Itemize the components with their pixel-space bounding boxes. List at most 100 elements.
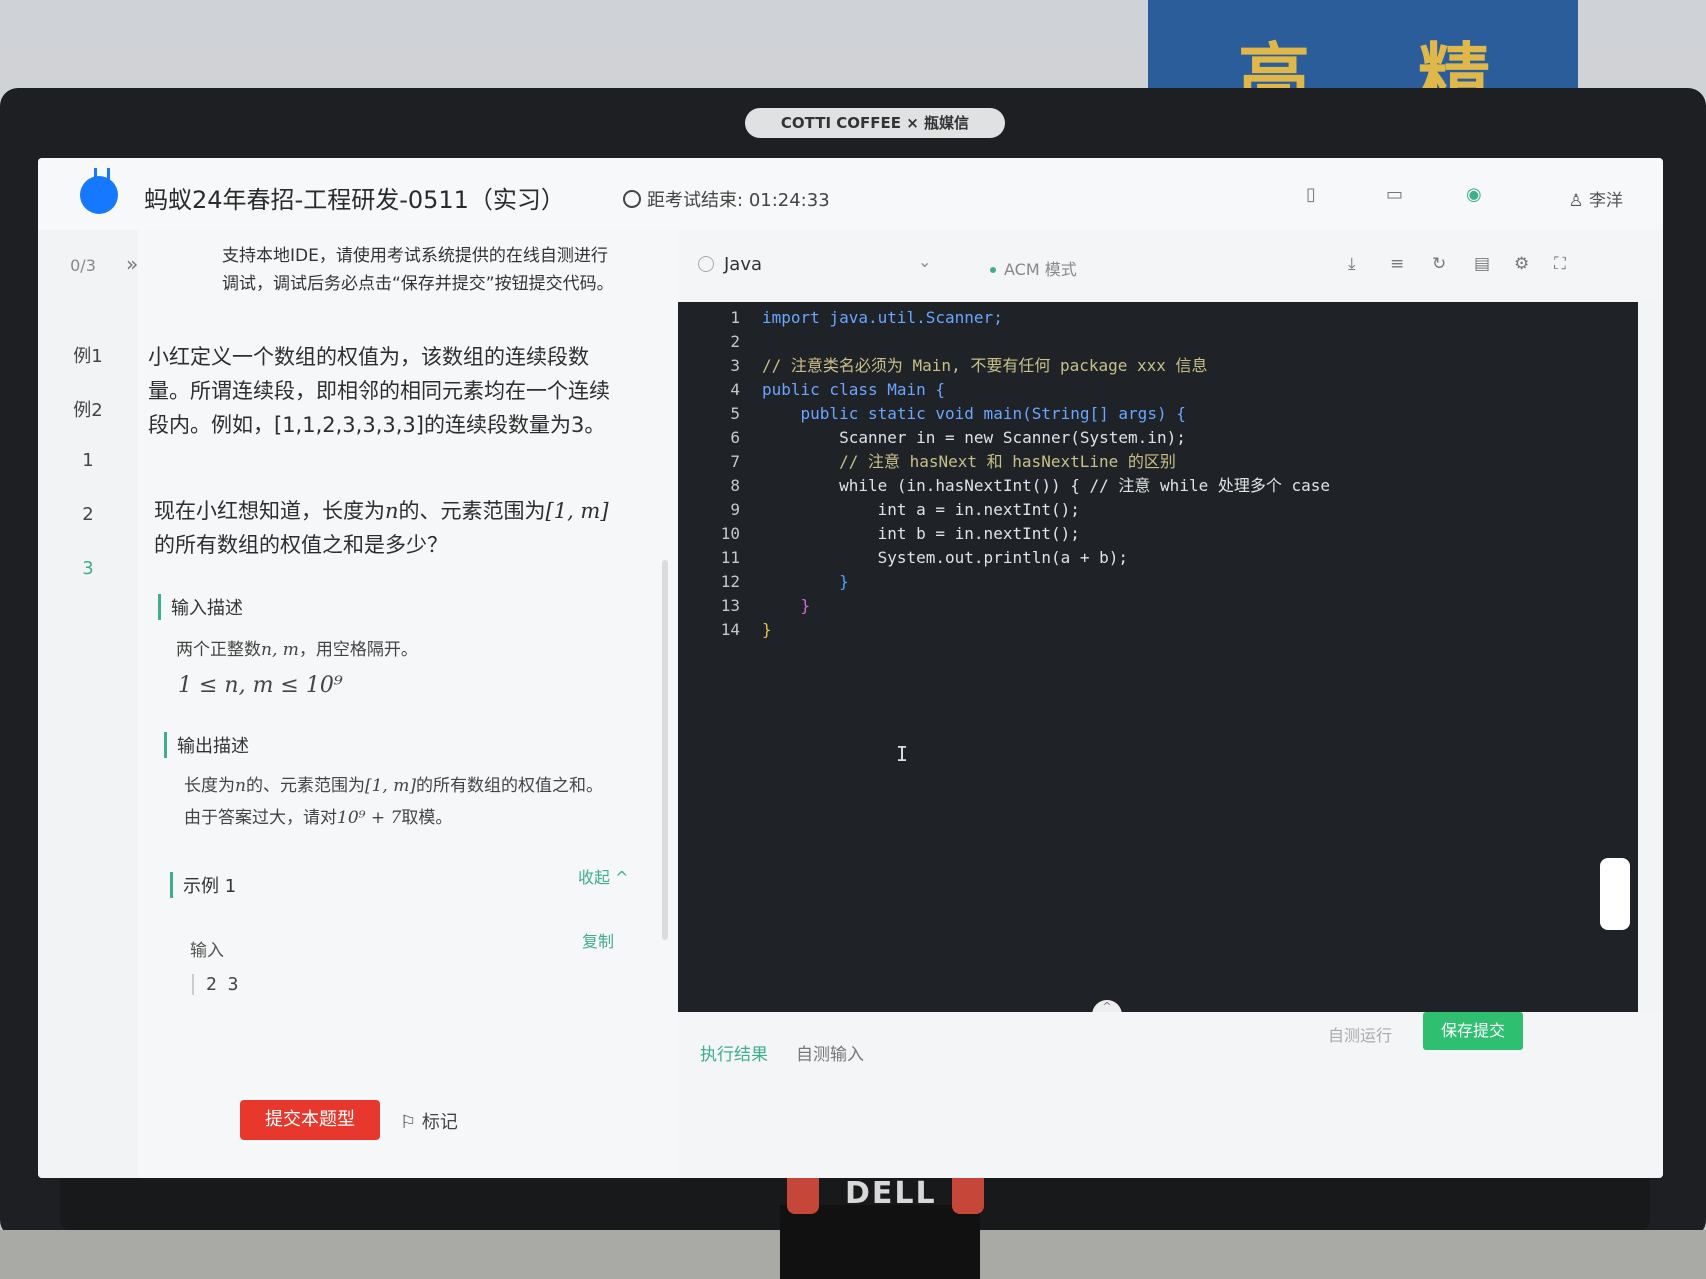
copy-sample-link[interactable]: 复制 [582,928,614,952]
math-range: [1, m] [364,776,416,796]
code-line: 13 } [678,594,1638,617]
code-text: public class Main { [762,380,946,399]
phone-icon[interactable]: ▯ [1306,184,1326,205]
code-text: public static void main(String[] args) { [762,404,1186,423]
input-desc-a: 两个正整数 [176,640,261,660]
line-number: 1 [730,308,740,327]
line-number: 2 [730,332,740,351]
output-desc-a: 长度为 [184,776,235,796]
code-line: 3 // 注意类名必须为 Main, 不要有任何 package xxx 信息 [678,354,1638,377]
problem-scrollbar[interactable] [662,560,668,940]
math-nm: n, m [261,640,299,660]
progress-indicator: 0/3 [70,256,96,275]
tab-custom-input[interactable]: 自测输入 [796,1040,864,1065]
code-line: 12 } [678,570,1638,593]
code-line: 11 System.out.println(a + b); [678,546,1638,569]
monitor-icon[interactable]: ▭ [1386,184,1406,205]
language-select[interactable]: Java [698,254,762,275]
output-desc-b: 的、元素范围为 [245,776,365,796]
submit-question-button[interactable]: 提交本题型 [240,1100,380,1140]
line-number: 13 [720,596,740,615]
line-number: 9 [730,500,740,519]
line-number: 7 [730,452,740,471]
line-number: 10 [720,524,740,543]
code-text: int a = in.nextInt(); [762,500,1080,519]
user-menu[interactable]: ♙ 李洋 [1568,186,1623,211]
problem-panel: 支持本地IDE，请使用考试系统提供的在线自测进行调试，调试后务必点击“保存并提交… [138,230,678,1178]
status-dot [990,267,996,273]
clock-icon [623,190,641,208]
code-text: int b = in.nextInt(); [762,524,1080,543]
rail-item-q3[interactable]: 3 [38,558,138,579]
para2-text-c: 的所有数组的权值之和是多少？ [154,533,448,557]
problem-paragraph-2: 现在小红想知道，长度为n的、元素范围为[1, m] 的所有数组的权值之和是多少？ [154,494,624,562]
math-n: n [235,776,246,796]
code-line: 1 import java.util.Scanner; [678,306,1638,329]
save-submit-button[interactable]: 保存提交 [1423,1012,1523,1050]
code-line: 7 // 注意 hasNext 和 hasNextLine 的区别 [678,450,1638,473]
self-test-run-button[interactable]: 自测运行 [1328,1022,1392,1046]
code-text: while (in.hasNextInt()) { // 注意 while 处理… [762,476,1331,495]
code-text: } [762,620,772,639]
tab-execution-result[interactable]: 执行结果 [700,1040,768,1065]
code-text: // 注意 hasNext 和 hasNextLine 的区别 [762,452,1176,471]
chevron-down-icon[interactable]: ⌄ [918,252,931,271]
output-desc-d: 取模。 [401,808,453,828]
line-number: 8 [730,476,740,495]
download-icon[interactable]: ⤓ [1348,254,1356,274]
line-number: 5 [730,404,740,423]
code-text: // 注意类名必须为 Main, 不要有任何 package xxx 信息 [762,356,1208,375]
expand-rail-button[interactable]: » [126,252,138,276]
code-line: 10 int b = in.nextInt(); [678,522,1638,545]
mark-button[interactable]: ⚐ 标记 [400,1108,458,1134]
question-rail: 0/3 » 例1 例2 1 2 3 [38,230,138,1178]
editor-toolbar: Java ⌄ ACM 模式 ⤓ ≡ ↻ ▤ ⚙ ⛶ [678,230,1663,302]
rail-item-example1[interactable]: 例1 [38,342,138,368]
flag-icon: ⚐ [400,1112,417,1133]
line-number: 12 [720,572,740,591]
math-range: [1, m] [545,499,609,523]
fullscreen-icon[interactable]: ⛶ [1554,254,1566,274]
input-desc-b: ，用空格隔开。 [298,640,418,660]
code-line: 14} [678,618,1638,641]
input-constraint: 1 ≤ n, m ≤ 10⁹ [178,673,343,698]
line-number: 6 [730,428,740,447]
math-mod: 10⁹ + 7 [337,808,402,828]
code-line: 6 Scanner in = new Scanner(System.in); [678,426,1638,449]
code-line: 8 while (in.hasNextInt()) { // 注意 while … [678,474,1638,497]
ant-logo-icon [80,168,118,214]
rail-item-q1[interactable]: 1 [38,450,138,471]
code-line: 2 [678,330,1638,353]
sample-section-title: 示例 1 [170,872,236,898]
feedback-widget[interactable] [1600,858,1630,930]
exam-timer: 距考试结束: 01:24:33 [623,186,830,212]
language-value: Java [724,254,763,275]
rail-item-example2[interactable]: 例2 [38,396,138,422]
problem-paragraph-1: 小红定义一个数组的权值为，该数组的连续段数量。所谓连续段，即相邻的相同元素均在一… [148,345,610,437]
code-line: 9 int a = in.nextInt(); [678,498,1638,521]
user-name: 李洋 [1589,191,1623,211]
code-editor[interactable]: 1 import java.util.Scanner; 2 3 // 注意类名必须为… [678,302,1638,1012]
code-text: System.out.println(a + b); [762,548,1129,567]
coffee-cup-sticker [952,1172,984,1214]
rail-item-q2[interactable]: 2 [38,504,138,525]
template-icon[interactable]: ▤ [1474,254,1490,274]
line-number: 3 [730,356,740,375]
collapse-sample-link[interactable]: 收起 ^ [578,864,629,888]
refresh-icon[interactable]: ↻ [1432,254,1446,274]
ide-notice: 支持本地IDE，请使用考试系统提供的在线自测进行调试，调试后务必点击“保存并提交… [222,246,614,294]
header: 蚂蚁24年春招-工程研发-0511（实习） 距考试结束: 01:24:33 ▯ … [38,158,1663,230]
code-text: } [762,596,811,615]
mode-label: ACM 模式 [1004,260,1077,279]
para2-text-b: 的、元素范围为 [398,499,546,523]
camera-icon[interactable]: ◉ [1466,184,1486,205]
line-number: 4 [730,380,740,399]
code-line: 5 public static void main(String[] args)… [678,402,1638,425]
user-icon: ♙ [1568,191,1584,211]
format-icon[interactable]: ≡ [1390,254,1404,274]
info-icon [698,256,714,272]
code-line: 4 public class Main { [678,378,1638,401]
line-number: 14 [720,620,740,639]
settings-icon[interactable]: ⚙ [1514,254,1529,274]
text-cursor-icon: I [896,742,909,766]
